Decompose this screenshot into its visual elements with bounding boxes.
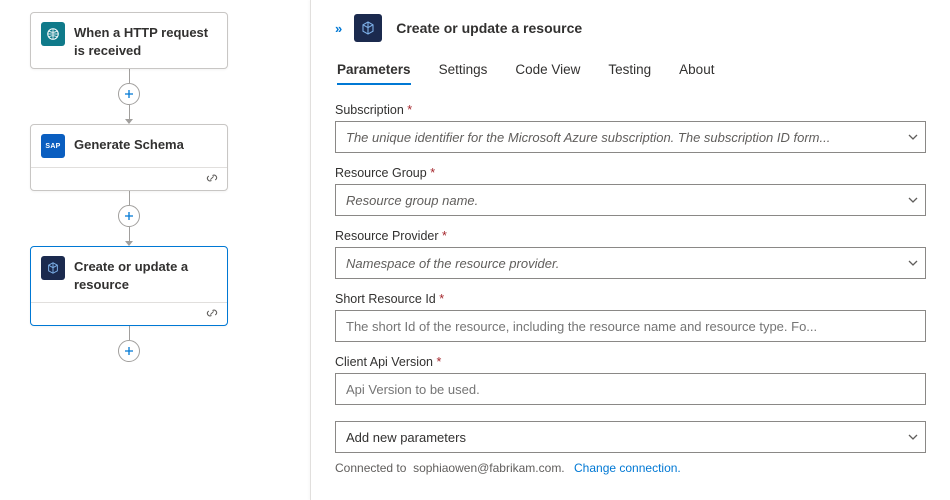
plus-icon [124, 346, 134, 356]
change-connection-link[interactable]: Change connection. [574, 461, 681, 475]
action-node-create-update-resource[interactable]: Create or update a resource [30, 246, 228, 326]
field-label: Client Api Version * [335, 355, 926, 369]
collapse-panel-button[interactable]: » [335, 21, 340, 36]
node-title: Create or update a resource [74, 256, 217, 293]
subscription-select[interactable]: The unique identifier for the Microsoft … [335, 121, 926, 153]
tab-about[interactable]: About [679, 62, 714, 85]
add-step-button[interactable] [118, 83, 140, 105]
node-footer [31, 167, 227, 190]
tab-parameters[interactable]: Parameters [337, 62, 411, 85]
field-client-api-version: Client Api Version * [335, 355, 926, 405]
action-config-panel: » Create or update a resource Parameters… [310, 0, 950, 500]
node-footer [31, 302, 227, 325]
designer-canvas: When a HTTP request is received SAP Gene… [0, 0, 310, 500]
panel-tabs: Parameters Settings Code View Testing Ab… [335, 62, 926, 85]
tab-settings[interactable]: Settings [439, 62, 488, 85]
short-resource-id-input[interactable] [335, 310, 926, 342]
connection-link-icon[interactable] [205, 171, 219, 185]
add-new-parameters: Add new parameters [335, 421, 926, 453]
field-subscription: Subscription * The unique identifier for… [335, 103, 926, 153]
field-label: Resource Provider * [335, 229, 926, 243]
sap-icon: SAP [41, 134, 65, 158]
tab-testing[interactable]: Testing [608, 62, 651, 85]
field-short-resource-id: Short Resource Id * [335, 292, 926, 342]
panel-title: Create or update a resource [396, 20, 582, 36]
connector [30, 69, 228, 124]
field-label: Short Resource Id * [335, 292, 926, 306]
node-title: When a HTTP request is received [74, 22, 217, 59]
action-node-generate-schema[interactable]: SAP Generate Schema [30, 124, 228, 191]
resource-group-select[interactable]: Resource group name. [335, 184, 926, 216]
resource-provider-select[interactable]: Namespace of the resource provider. [335, 247, 926, 279]
connection-info: Connected to sophiaowen@fabrikam.com. Ch… [335, 461, 926, 475]
connector [30, 191, 228, 246]
plus-icon [124, 89, 134, 99]
node-title: Generate Schema [74, 134, 184, 154]
client-api-version-input[interactable] [335, 373, 926, 405]
connector [30, 326, 228, 362]
http-icon [41, 22, 65, 46]
field-label: Subscription * [335, 103, 926, 117]
add-step-button[interactable] [118, 205, 140, 227]
plus-icon [124, 211, 134, 221]
field-label: Resource Group * [335, 166, 926, 180]
add-step-button[interactable] [118, 340, 140, 362]
add-parameters-select[interactable]: Add new parameters [335, 421, 926, 453]
connection-account: sophiaowen@fabrikam.com. [413, 461, 565, 475]
field-resource-provider: Resource Provider * Namespace of the res… [335, 229, 926, 279]
arm-icon [41, 256, 65, 280]
field-resource-group: Resource Group * Resource group name. [335, 166, 926, 216]
connection-link-icon[interactable] [205, 306, 219, 320]
tab-code-view[interactable]: Code View [515, 62, 580, 85]
arm-icon [354, 14, 382, 42]
trigger-node-http-request[interactable]: When a HTTP request is received [30, 12, 228, 69]
